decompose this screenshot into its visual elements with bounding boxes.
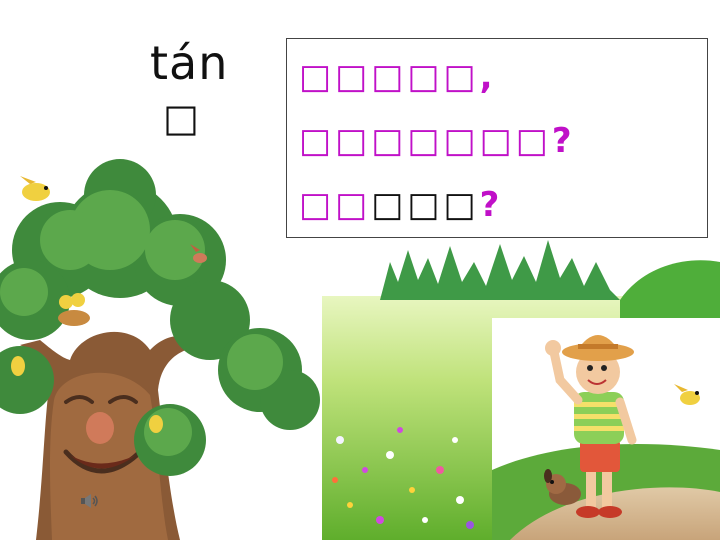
text-line-3-black: □□□	[371, 185, 480, 225]
text-line-3-end: ?	[479, 185, 504, 225]
text-box: □□□□□, □□□□□□□? □□□□□?	[286, 38, 708, 238]
text-line-2-boxes: □□□□□□□	[299, 121, 552, 161]
text-line-2-end: ?	[551, 121, 576, 161]
text-line-3: □□□□□?	[299, 185, 503, 225]
bird-top	[20, 176, 50, 201]
talking-tree	[0, 159, 320, 540]
boy-scene	[492, 318, 720, 540]
text-line-1: □□□□□,	[299, 57, 497, 97]
text-line-3-magenta: □□	[299, 185, 372, 225]
text-line-2: □□□□□□□?	[299, 121, 576, 161]
pinyin-label: tán	[150, 36, 229, 90]
character-glyph: □	[163, 96, 199, 140]
speaker-icon[interactable]	[80, 492, 100, 510]
